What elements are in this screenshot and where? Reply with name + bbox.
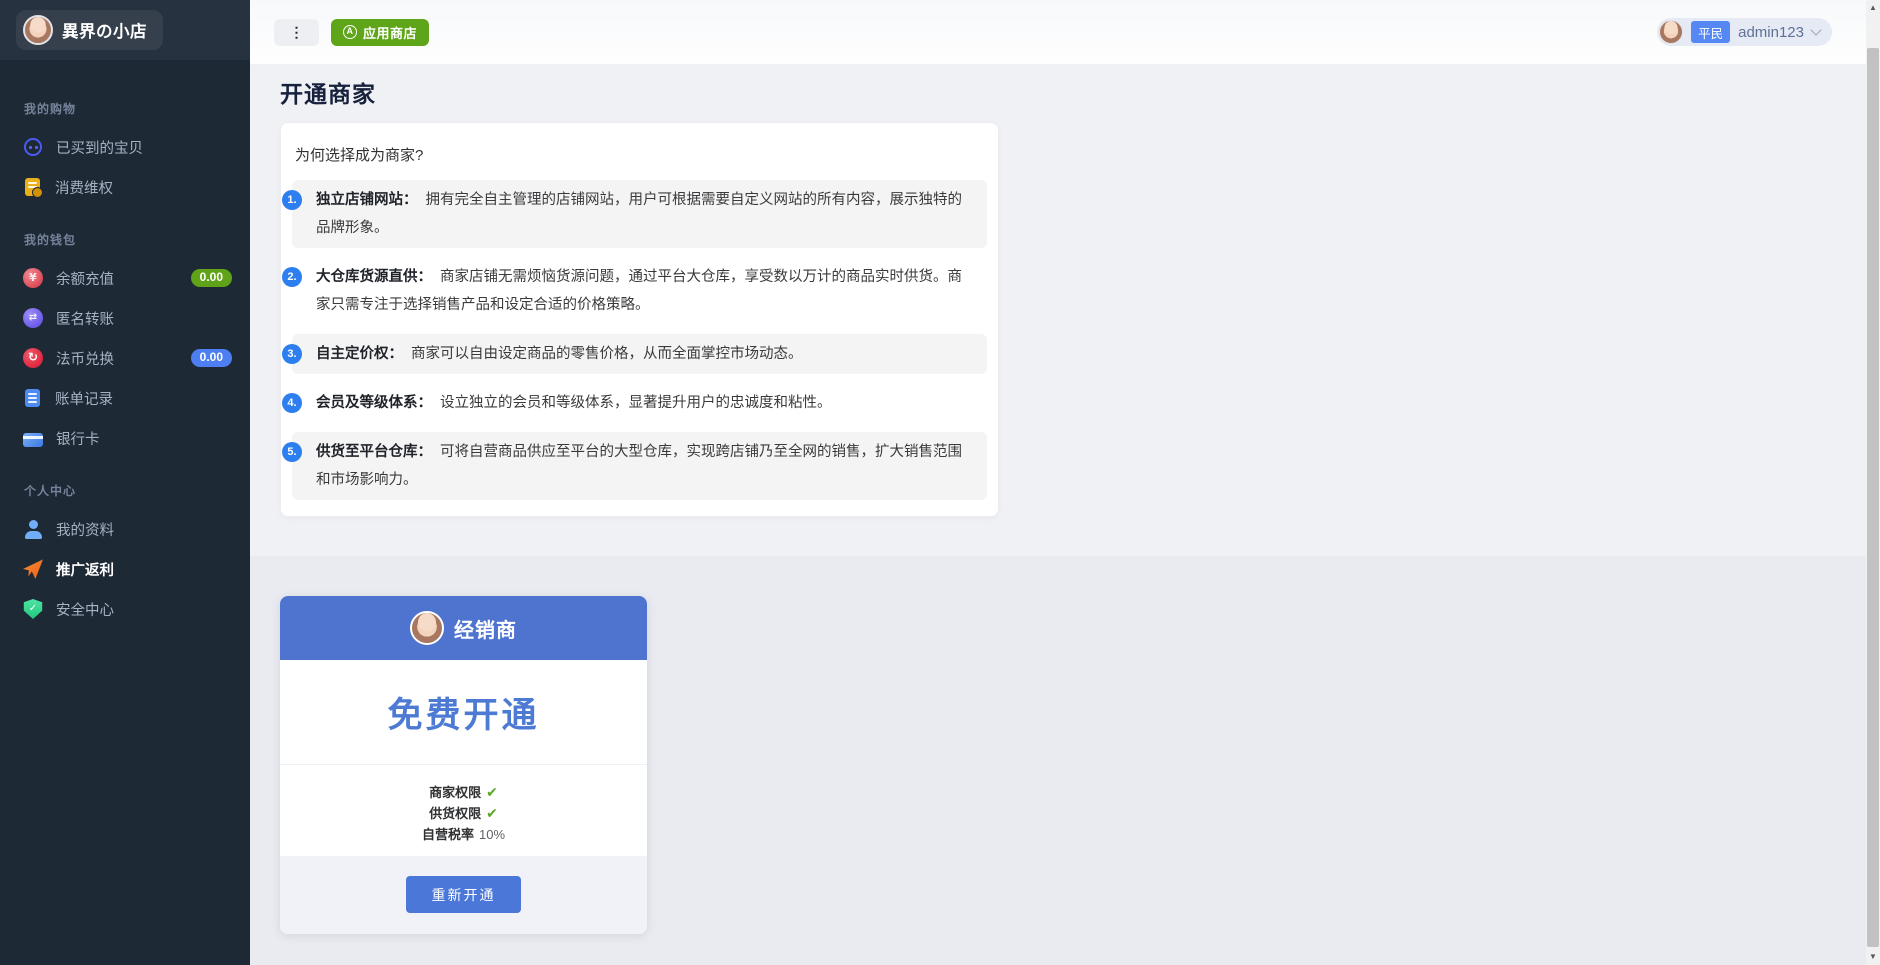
sidebar-item-label: 推广返利 <box>56 559 114 580</box>
merchant-benefits-card: 为何选择成为商家? 1.独立店铺网站：拥有完全自主管理的店铺网站，用户可根据需要… <box>280 122 999 517</box>
benefit-title: 大仓库货源直供： <box>316 269 432 285</box>
sidebar-item-label: 法币兑换 <box>56 348 114 369</box>
feature-value: 10% <box>479 827 505 842</box>
benefit-text: 设立独立的会员和等级体系，显著提升用户的忠诚度和粘性。 <box>440 395 832 411</box>
check-icon: ✔ <box>486 784 498 800</box>
content-upper: 开通商家 为何选择成为商家? 1.独立店铺网站：拥有完全自主管理的店铺网站，用户… <box>250 65 1866 556</box>
number-badge: 5. <box>282 442 302 462</box>
benefits-list: 1.独立店铺网站：拥有完全自主管理的店铺网站，用户可根据需要自定义网站的所有内容… <box>292 180 987 500</box>
content-lower: 经销商 免费开通 商家权限 ✔ 供货权限 ✔ 自营税率 10% 重新开通 <box>250 556 1866 965</box>
sidebar-item-bank-card[interactable]: 银行卡 <box>0 418 250 458</box>
kebab-icon: ⋮ <box>290 25 304 39</box>
purchased-icon <box>24 138 42 156</box>
main-area: ⋮ A 应用商店 平民 admin123 开通商家 为何选择成为商家? 1.独立… <box>250 0 1866 965</box>
bill-record-icon <box>25 389 40 407</box>
dealer-card-header: 经销商 <box>280 596 647 660</box>
sidebar-item-consumer-rights[interactable]: 消费维权 <box>0 167 250 207</box>
scrollbar-thumb[interactable] <box>1867 48 1879 947</box>
feature-label: 供货权限 <box>429 806 481 821</box>
security-shield-icon <box>23 599 43 619</box>
page-title: 开通商家 <box>280 79 1866 109</box>
brand-title: 異界の小店 <box>62 18 147 42</box>
benefit-item: 5.供货至平台仓库：可将自营商品供应至平台的大型仓库，实现跨店铺乃至全网的销售，… <box>292 432 987 500</box>
sidebar-item-label: 余额充值 <box>56 268 114 289</box>
sidebar-item-anonymous-transfer[interactable]: 匿名转账 <box>0 298 250 338</box>
feature-row: 商家权限 ✔ <box>280 782 647 803</box>
sidebar: 異界の小店 我的购物已买到的宝贝消费维权我的钱包余额充值 0.00 匿名转账法币兑换… <box>0 0 250 965</box>
sidebar-item-label: 已买到的宝贝 <box>56 137 143 158</box>
check-icon: ✔ <box>486 805 498 821</box>
promotion-plane-icon <box>23 559 43 579</box>
benefit-item: 4.会员及等级体系：设立独立的会员和等级体系，显著提升用户的忠诚度和粘性。 <box>292 383 987 423</box>
benefit-item: 2.大仓库货源直供：商家店铺无需烦恼货源问题，通过平台大仓库，享受数以万计的商品… <box>292 257 987 325</box>
sidebar-item-my-profile[interactable]: 我的资料 <box>0 509 250 549</box>
feature-row: 自营税率 10% <box>280 824 647 845</box>
amount-badge: 0.00 <box>191 269 232 287</box>
dealer-plan-card: 经销商 免费开通 商家权限 ✔ 供货权限 ✔ 自营税率 10% 重新开通 <box>280 596 647 934</box>
number-badge: 4. <box>282 393 302 413</box>
sidebar-item-purchased-goods[interactable]: 已买到的宝贝 <box>0 127 250 167</box>
sidebar-section-label: 个人中心 <box>0 482 250 499</box>
benefit-title: 会员及等级体系： <box>316 395 432 411</box>
reopen-button[interactable]: 重新开通 <box>406 876 521 913</box>
bank-card-icon <box>23 433 43 447</box>
collapse-menu-button[interactable]: ⋮ <box>274 19 319 46</box>
sidebar-section-label: 我的购物 <box>0 100 250 117</box>
brand-logo[interactable]: 異界の小店 <box>16 10 163 50</box>
number-badge: 1. <box>282 190 302 210</box>
sidebar-nav: 我的购物已买到的宝贝消费维权我的钱包余额充值 0.00 匿名转账法币兑换 0.00 账单… <box>0 60 250 629</box>
sidebar-item-label: 消费维权 <box>55 177 113 198</box>
sidebar-item-label: 匿名转账 <box>56 308 114 329</box>
sidebar-item-label: 安全中心 <box>56 599 114 620</box>
sidebar-item-balance-recharge[interactable]: 余额充值 0.00 <box>0 258 250 298</box>
sidebar-section-label: 我的钱包 <box>0 231 250 248</box>
benefit-title: 自主定价权： <box>316 346 403 362</box>
amount-badge: 0.00 <box>191 349 232 367</box>
feature-label: 自营税率 <box>422 827 474 842</box>
dealer-avatar <box>410 611 444 645</box>
user-avatar <box>1659 20 1683 44</box>
page-scrollbar[interactable]: ▲ ▼ <box>1866 0 1880 965</box>
number-badge: 2. <box>282 267 302 287</box>
anonymous-transfer-icon <box>23 308 43 328</box>
sidebar-item-label: 银行卡 <box>56 428 100 449</box>
feature-label: 商家权限 <box>429 785 481 800</box>
recharge-coin-icon <box>23 268 43 288</box>
brand-avatar <box>23 15 53 45</box>
benefit-title: 独立店铺网站： <box>316 192 418 208</box>
fiat-exchange-icon <box>23 348 43 368</box>
dealer-title: 经销商 <box>454 614 517 643</box>
benefit-item: 1.独立店铺网站：拥有完全自主管理的店铺网站，用户可根据需要自定义网站的所有内容… <box>292 180 987 248</box>
user-menu[interactable]: 平民 admin123 <box>1657 18 1832 46</box>
app-store-icon: A <box>343 25 357 39</box>
benefit-title: 供货至平台仓库： <box>316 444 432 460</box>
username: admin123 <box>1738 24 1804 41</box>
dealer-card-footer: 重新开通 <box>280 856 647 934</box>
sidebar-item-label: 账单记录 <box>55 388 113 409</box>
chevron-down-icon <box>1810 24 1821 35</box>
sidebar-item-security-center[interactable]: 安全中心 <box>0 589 250 629</box>
benefit-item: 3.自主定价权：商家可以自由设定商品的零售价格，从而全面掌控市场动态。 <box>292 334 987 374</box>
benefit-text: 商家可以自由设定商品的零售价格，从而全面掌控市场动态。 <box>411 346 803 362</box>
sidebar-item-fiat-exchange[interactable]: 法币兑换 0.00 <box>0 338 250 378</box>
sidebar-item-promotion-rebate[interactable]: 推广返利 <box>0 549 250 589</box>
sidebar-item-label: 我的资料 <box>56 519 114 540</box>
app-store-label: 应用商店 <box>363 23 417 42</box>
user-role-badge: 平民 <box>1691 21 1730 43</box>
number-badge: 3. <box>282 344 302 364</box>
feature-row: 供货权限 ✔ <box>280 803 647 824</box>
brand-header: 異界の小店 <box>0 0 250 60</box>
profile-icon <box>23 519 43 539</box>
app-window: 異界の小店 我的购物已买到的宝贝消费维权我的钱包余额充值 0.00 匿名转账法币兑换… <box>0 0 1866 965</box>
consumer-rights-icon <box>25 178 40 196</box>
scroll-up-icon[interactable]: ▲ <box>1866 1 1880 15</box>
scroll-down-icon[interactable]: ▼ <box>1866 950 1880 964</box>
benefits-card-header: 为何选择成为商家? <box>295 144 987 165</box>
sidebar-item-bill-records[interactable]: 账单记录 <box>0 378 250 418</box>
topbar: ⋮ A 应用商店 平民 admin123 <box>250 0 1866 65</box>
dealer-features: 商家权限 ✔ 供货权限 ✔ 自营税率 10% <box>280 764 647 856</box>
dealer-price: 免费开通 <box>280 660 647 764</box>
app-store-button[interactable]: A 应用商店 <box>331 19 429 46</box>
